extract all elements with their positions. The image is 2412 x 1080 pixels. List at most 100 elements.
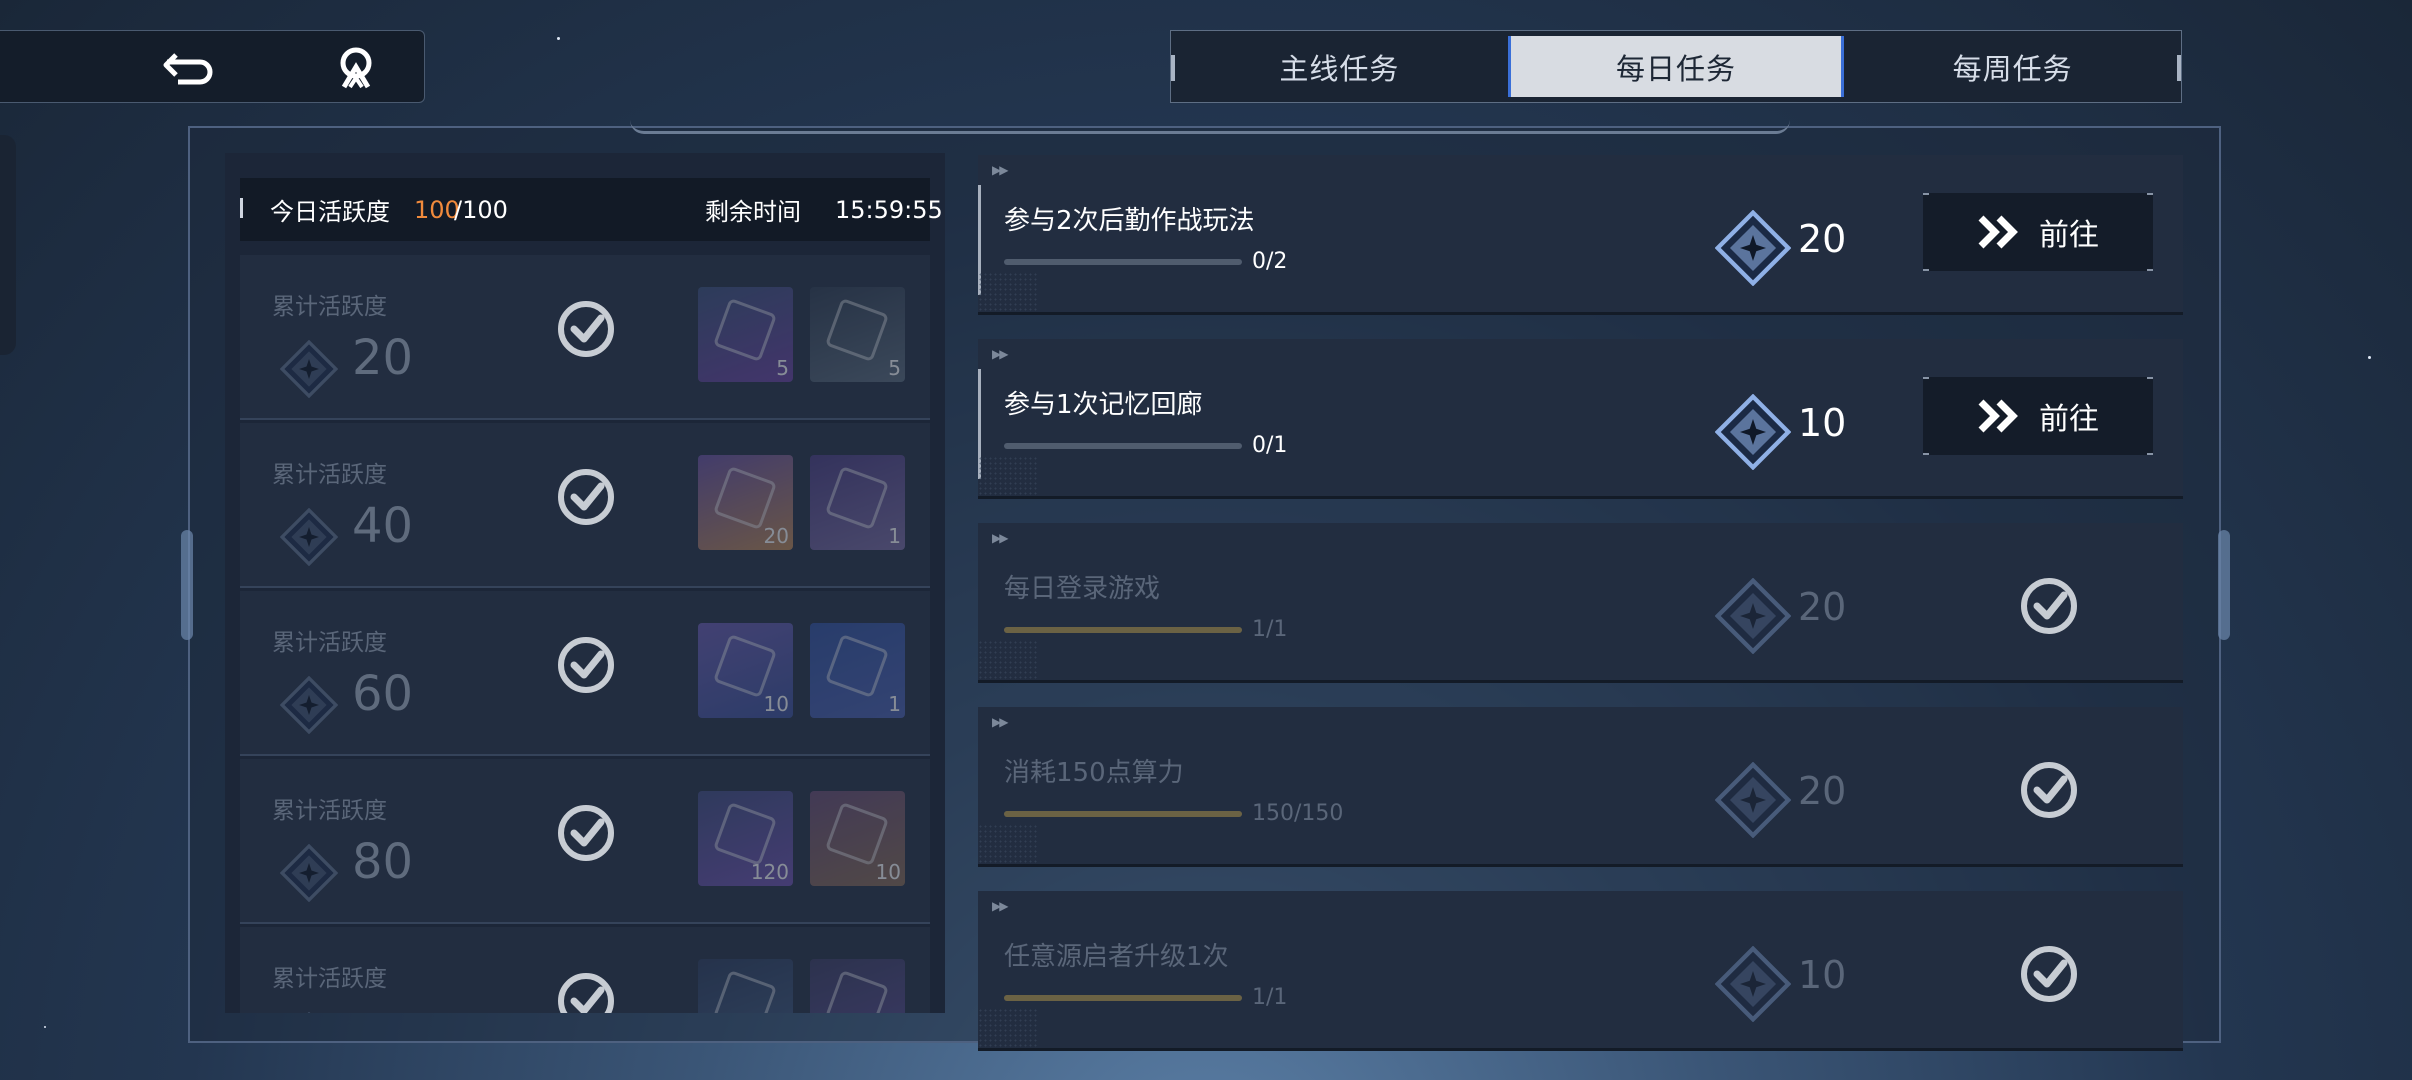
reward-item[interactable]: 10 (810, 791, 905, 886)
task-progress-text: 1/1 (1252, 617, 1288, 642)
task-arrows-decoration: ▶▶ (992, 531, 1009, 545)
reward-item[interactable]: 20 (698, 455, 793, 550)
tab-daily-tasks[interactable]: 每日任务 (1507, 36, 1845, 97)
task-title: 每日登录游戏 (1004, 574, 1161, 604)
task-progress-text: 150/150 (1252, 801, 1344, 826)
activity-tier: 累计活跃度 60 10 1 (240, 591, 930, 756)
remaining-time: 15:59:55 (835, 195, 943, 224)
activity-label: 今日活跃度 (270, 198, 390, 226)
task-progress-bar (1004, 627, 1242, 633)
reward-item[interactable] (810, 959, 905, 1013)
home-button[interactable] (326, 41, 386, 93)
task-progress-bar (1004, 259, 1242, 265)
back-button[interactable] (160, 41, 220, 93)
activity-point-icon (1714, 761, 1792, 839)
tab-main-tasks[interactable]: 主线任务 (1171, 31, 1508, 102)
reward-qty: 10 (763, 692, 789, 716)
usb-key-icon (824, 297, 890, 363)
claimed-check-icon (2021, 946, 2077, 1002)
supply-chest-icon (824, 465, 890, 531)
task-title: 消耗150点算力 (1004, 758, 1184, 788)
claimed-check-icon (2021, 578, 2077, 634)
activity-point-icon (279, 339, 339, 399)
task-title: 参与2次后勤作战玩法 (1004, 206, 1255, 236)
tier-label: 累计活跃度 (272, 294, 387, 320)
double-chevron-icon (1978, 215, 2018, 249)
reward-item[interactable]: 5 (810, 287, 905, 382)
task-progress-bar (1004, 995, 1242, 1001)
crystal-shard-icon (712, 633, 778, 699)
reward-qty: 1 (888, 524, 901, 548)
task-progress-text: 0/2 (1252, 249, 1288, 274)
task-tabs: 主线任务 每日任务 每周任务 (1170, 30, 2182, 103)
frame-top-decoration (630, 120, 1790, 134)
task-row: ▶▶ 任意源启者升级1次 1/1 10 (978, 891, 2183, 1051)
task-points: 10 (1798, 953, 1847, 997)
activity-point-icon (279, 1011, 339, 1013)
task-arrows-decoration: ▶▶ (992, 715, 1009, 729)
claimed-check-icon (558, 469, 614, 525)
prism-cube-icon (824, 801, 890, 867)
right-grip-decoration (2218, 530, 2230, 640)
tier-value: 80 (352, 834, 414, 890)
task-points: 10 (1798, 401, 1847, 445)
task-arrows-decoration: ▶▶ (992, 899, 1009, 913)
task-progress-bar (1004, 811, 1242, 817)
reward-qty: 5 (776, 356, 789, 380)
reward-item[interactable]: 10 (698, 623, 793, 718)
reward-qty: 10 (875, 860, 901, 884)
reward-item[interactable] (698, 959, 793, 1013)
go-button[interactable]: 前往 (1923, 193, 2153, 271)
purple-tool-icon (824, 969, 890, 1013)
purple-ticket-icon (712, 297, 778, 363)
claimed-check-icon (558, 805, 614, 861)
blue-card-icon (712, 969, 778, 1013)
top-nav-bar (0, 30, 425, 103)
task-points: 20 (1798, 217, 1847, 261)
activity-point-icon (279, 675, 339, 735)
remaining-label: 剩余时间 (705, 198, 801, 226)
tab-weekly-tasks[interactable]: 每周任务 (1844, 31, 2181, 102)
activity-point-icon (1714, 577, 1792, 655)
reward-item[interactable]: 1 (810, 455, 905, 550)
go-button-label: 前往 (2039, 218, 2099, 253)
task-title: 参与1次记忆回廊 (1004, 390, 1203, 420)
task-title: 任意源启者升级1次 (1004, 942, 1229, 972)
tier-label: 累计活跃度 (272, 630, 387, 656)
task-arrows-decoration: ▶▶ (992, 163, 1009, 177)
planet-orb-icon (712, 801, 778, 867)
activity-point-icon (279, 843, 339, 903)
claimed-check-icon (558, 637, 614, 693)
tier-value: 60 (352, 666, 414, 722)
reward-qty: 1 (888, 692, 901, 716)
claimed-check-icon (558, 301, 614, 357)
activity-max: /100 (454, 195, 508, 224)
task-progress-text: 1/1 (1252, 985, 1288, 1010)
tier-label: 累计活跃度 (272, 966, 387, 992)
crystal-star-icon (712, 465, 778, 531)
task-points: 20 (1798, 585, 1847, 629)
task-progress-bar (1004, 443, 1242, 449)
activity-tier: 累计活跃度 20 5 5 (240, 255, 930, 420)
reward-item[interactable]: 5 (698, 287, 793, 382)
activity-tier: 累计活跃度 (240, 927, 930, 1013)
task-arrows-decoration: ▶▶ (992, 347, 1009, 361)
reward-item[interactable]: 1 (810, 623, 905, 718)
go-button-label: 前往 (2039, 402, 2099, 437)
blue-badge-icon (824, 633, 890, 699)
side-edge-decoration (0, 135, 16, 355)
reward-item[interactable]: 120 (698, 791, 793, 886)
go-button[interactable]: 前往 (1923, 377, 2153, 455)
task-points: 20 (1798, 769, 1847, 813)
task-progress-text: 0/1 (1252, 433, 1288, 458)
double-chevron-icon (1978, 399, 2018, 433)
reward-qty: 120 (750, 860, 789, 884)
task-row: ▶▶ 每日登录游戏 1/1 20 (978, 523, 2183, 683)
reward-qty: 5 (888, 356, 901, 380)
tier-label: 累计活跃度 (272, 798, 387, 824)
activity-point-icon (279, 507, 339, 567)
task-row: ▶▶ 参与1次记忆回廊 0/1 10 前往 (978, 339, 2183, 499)
activity-header: 今日活跃度 100 /100 剩余时间 15:59:55 (240, 178, 943, 241)
tier-value: 20 (352, 330, 414, 386)
activity-point-icon (1714, 393, 1792, 471)
